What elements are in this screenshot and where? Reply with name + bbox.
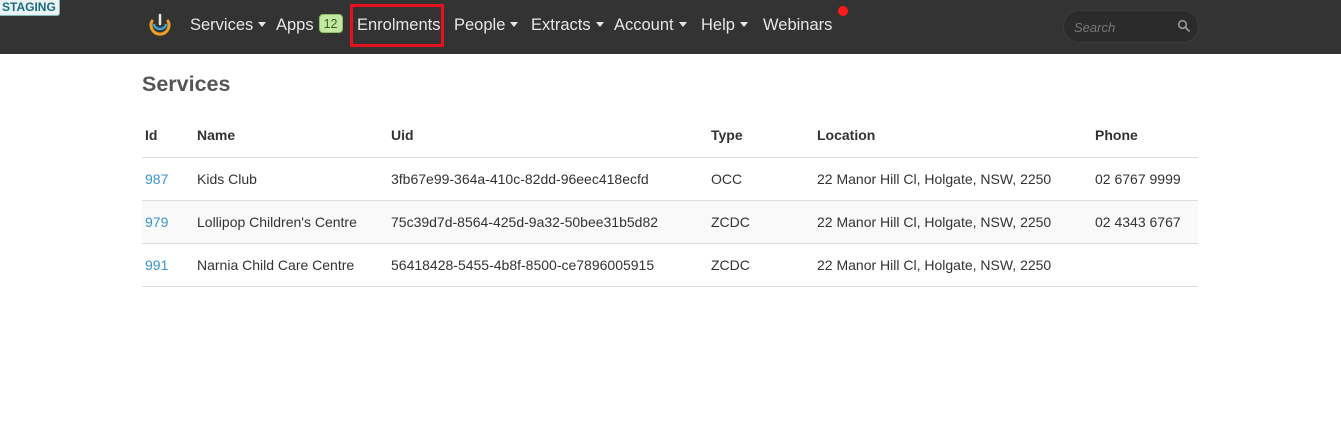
service-id-link[interactable]: 987 (145, 171, 168, 187)
service-id-link[interactable]: 991 (145, 257, 168, 273)
table-header-row: Id Name Uid Type Location Phone (142, 114, 1198, 158)
page-title: Services (142, 72, 231, 96)
cell-phone (1092, 243, 1198, 287)
environment-badge: STAGING (0, 0, 60, 16)
table-row: 991 Narnia Child Care Centre 56418428-54… (142, 243, 1198, 287)
brand-logo-icon[interactable] (148, 12, 172, 36)
nav-webinars[interactable]: Webinars (763, 0, 832, 50)
service-id-link[interactable]: 979 (145, 214, 168, 230)
cell-id: 979 (142, 200, 194, 244)
table-row: 979 Lollipop Children's Centre 75c39d7d-… (142, 200, 1198, 244)
cell-location: 22 Manor Hill Cl, Holgate, NSW, 2250 (814, 157, 1092, 201)
caret-down-icon (739, 22, 748, 28)
nav-services[interactable]: Services (190, 0, 267, 50)
enrolments-highlight-box (350, 4, 444, 47)
nav-extracts-label: Extracts (531, 16, 591, 34)
caret-down-icon (678, 22, 687, 28)
caret-down-icon (595, 22, 604, 28)
nav-extracts[interactable]: Extracts (531, 0, 604, 50)
nav-account[interactable]: Account (614, 0, 687, 50)
nav-people-label: People (454, 16, 506, 34)
column-header-id[interactable]: Id (142, 114, 194, 158)
nav-account-label: Account (614, 16, 674, 34)
nav-apps[interactable]: Apps 12 (276, 0, 343, 50)
cell-uid: 75c39d7d-8564-425d-9a32-50bee31b5d82 (388, 200, 708, 244)
caret-down-icon (258, 22, 267, 28)
cell-location: 22 Manor Hill Cl, Holgate, NSW, 2250 (814, 243, 1092, 287)
cell-name: Kids Club (194, 157, 388, 201)
nav-help[interactable]: Help (701, 0, 748, 50)
cell-name: Lollipop Children's Centre (194, 200, 388, 244)
table-row: 987 Kids Club 3fb67e99-364a-410c-82dd-96… (142, 157, 1198, 201)
apps-count-badge: 12 (318, 14, 343, 34)
caret-down-icon (510, 22, 519, 28)
cell-uid: 3fb67e99-364a-410c-82dd-96eec418ecfd (388, 157, 708, 201)
column-header-name[interactable]: Name (194, 114, 388, 158)
cell-id: 991 (142, 243, 194, 287)
nav-help-label: Help (701, 16, 735, 34)
nav-apps-label: Apps (276, 16, 314, 34)
nav-people[interactable]: People (454, 0, 519, 50)
search-box[interactable] (1063, 10, 1199, 43)
notification-dot (838, 6, 848, 16)
nav-webinars-label: Webinars (763, 16, 833, 34)
cell-location: 22 Manor Hill Cl, Holgate, NSW, 2250 (814, 200, 1092, 244)
nav-services-label: Services (190, 16, 254, 34)
column-header-phone[interactable]: Phone (1092, 114, 1198, 158)
cell-phone: 02 6767 9999 (1092, 157, 1198, 201)
cell-phone: 02 4343 6767 (1092, 200, 1198, 244)
cell-type: OCC (708, 157, 814, 201)
cell-type: ZCDC (708, 243, 814, 287)
column-header-type[interactable]: Type (708, 114, 814, 158)
cell-uid: 56418428-5455-4b8f-8500-ce7896005915 (388, 243, 708, 287)
search-input[interactable] (1074, 17, 1170, 37)
search-icon[interactable] (1177, 19, 1191, 33)
top-navbar: STAGING Services Apps 12 Enrolments Peopl… (0, 0, 1341, 54)
cell-name: Narnia Child Care Centre (194, 243, 388, 287)
cell-type: ZCDC (708, 200, 814, 244)
services-table: Id Name Uid Type Location Phone 987 Kids… (142, 114, 1198, 287)
column-header-uid[interactable]: Uid (388, 114, 708, 158)
column-header-location[interactable]: Location (814, 114, 1092, 158)
cell-id: 987 (142, 157, 194, 201)
